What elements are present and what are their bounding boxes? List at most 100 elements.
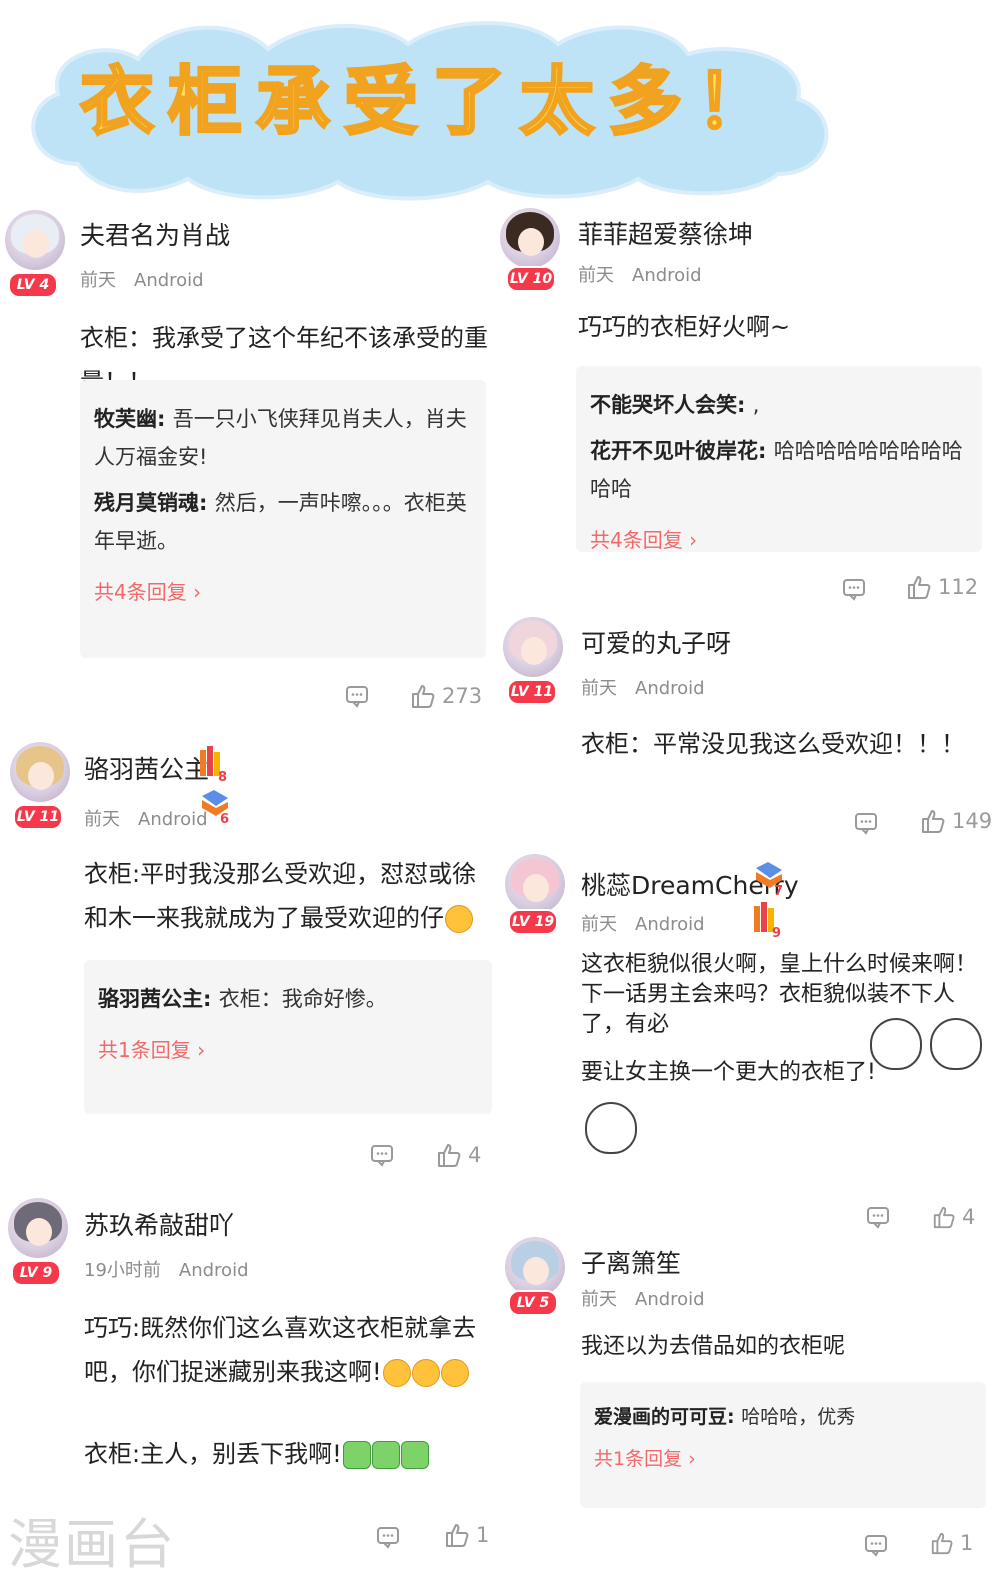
angry-emoji-icon	[445, 905, 473, 933]
username[interactable]: 子离箫笙	[581, 1244, 681, 1280]
thumbs-up-icon	[922, 810, 945, 833]
like-button[interactable]: 149	[920, 808, 992, 834]
like-button[interactable]: 4	[932, 1204, 975, 1229]
comment-meta: 前天 Android	[84, 805, 208, 831]
thumbs-up-icon	[908, 576, 931, 599]
book-open-badge-icon: 7	[752, 858, 783, 899]
more-replies-link[interactable]: 共4条回复 ›	[94, 576, 472, 605]
comment-text: 我还以为去借品如的衣柜呢	[581, 1334, 846, 1359]
reply-user[interactable]: 不能哭坏人会笑	[590, 393, 737, 417]
reply-box: 爱漫画的可可豆: 哈哈哈，优秀 共1条回复 ›	[580, 1382, 986, 1508]
thumbs-up-icon	[933, 1206, 955, 1229]
comment-device: Android	[632, 265, 702, 286]
comment-icon	[346, 686, 368, 708]
like-button[interactable]: 1	[444, 1522, 489, 1548]
comment-icon	[865, 1535, 887, 1557]
comment-icon	[371, 1145, 393, 1167]
comment-text: 这衣柜貌似很火啊，皇上什么时候来啊！下一话男主会来吗？衣柜貌似装不下人了，有必	[581, 952, 978, 1037]
reply-item: 骆羽茜公主: 衣柜：我命好惨。	[98, 987, 387, 1011]
reply-user[interactable]: 残月莫销魂	[94, 491, 199, 515]
svg-text:7: 7	[774, 884, 783, 896]
more-replies-link[interactable]: 共1条回复 ›	[98, 1034, 478, 1063]
level-badge: LV 11	[13, 804, 63, 830]
reply-text: 衣柜：我命好惨。	[218, 987, 387, 1011]
reply-item: 不能哭坏人会笑: ,	[590, 393, 760, 417]
username[interactable]: 骆羽茜公主	[84, 750, 209, 786]
comment-device: Android	[138, 809, 208, 830]
comment-icon	[377, 1527, 399, 1549]
reply-user[interactable]: 牧芙幽	[94, 407, 157, 431]
comment-text-2: 要让女主换一个更大的衣柜了!	[581, 1060, 876, 1085]
comment-time: 前天	[80, 270, 116, 291]
bun-sticker-icon	[585, 1102, 637, 1154]
avatar[interactable]	[5, 210, 65, 270]
like-button[interactable]: 1	[930, 1530, 973, 1555]
thumbs-up-icon	[931, 1532, 953, 1555]
comment-text: 巧巧的衣柜好火啊~	[578, 313, 791, 341]
like-button[interactable]: 112	[906, 574, 978, 600]
avatar[interactable]	[8, 1198, 68, 1258]
svg-text:8: 8	[218, 770, 227, 782]
reply-user[interactable]: 爱漫画的可可豆	[594, 1406, 727, 1428]
angry-emoji-icon	[440, 1359, 469, 1387]
level-badge: LV 5	[508, 1290, 558, 1316]
username[interactable]: 可爱的丸子呀	[581, 624, 731, 660]
avatar[interactable]	[503, 617, 563, 677]
avatar[interactable]	[10, 742, 70, 802]
comment-device: Android	[178, 1260, 249, 1281]
reply-user[interactable]: 骆羽茜公主	[98, 987, 203, 1011]
avatar[interactable]	[505, 854, 565, 914]
books-badge-icon: 8	[198, 744, 228, 785]
reply-button[interactable]	[842, 576, 866, 601]
watermark: 漫画台	[8, 1513, 176, 1576]
reply-button[interactable]	[866, 1204, 890, 1229]
comment-text: 衣柜:平时我没那么受欢迎，怼怼或徐和木一来我就成为了最受欢迎的仔	[84, 860, 477, 933]
like-count: 149	[952, 809, 993, 833]
angry-emoji-icon	[382, 1359, 411, 1387]
crying-emoji-icon	[400, 1441, 429, 1469]
comment-text-2: 衣柜:主人，别丢下我啊!	[84, 1432, 492, 1476]
books-badge-icon: 9	[752, 900, 782, 941]
comment-meta: 前天 Android	[581, 1285, 705, 1311]
reply-item: 爱漫画的可可豆: 哈哈哈，优秀	[594, 1406, 856, 1428]
comment-text: 衣柜：平常没见我这么受欢迎！！！	[581, 730, 965, 758]
more-replies-link[interactable]: 共4条回复 ›	[590, 524, 968, 553]
avatar[interactable]	[500, 208, 560, 268]
comment-time: 前天	[581, 1289, 617, 1310]
thumbs-up-icon	[438, 1144, 461, 1167]
comment-icon	[855, 813, 877, 835]
comment-meta: 前天 Android	[80, 266, 204, 292]
comment-meta: 前天 Android	[581, 674, 705, 700]
reply-button[interactable]	[370, 1142, 394, 1167]
reply-box: 牧芙幽: 吾一只小飞侠拜见肖夫人，肖夫人万福金安! 残月莫销魂: 然后，一声咔嚓…	[80, 380, 486, 658]
reply-text: 哈哈哈，优秀	[741, 1406, 856, 1428]
comment-icon	[867, 1207, 889, 1229]
reply-button[interactable]	[345, 683, 369, 708]
level-badge: LV 10	[506, 266, 556, 292]
username[interactable]: 菲菲超爱蔡徐坤	[578, 215, 753, 251]
like-count: 273	[442, 684, 483, 708]
reply-button[interactable]	[376, 1524, 400, 1549]
comment-time: 前天	[581, 914, 617, 935]
avatar[interactable]	[505, 1237, 565, 1297]
thumbs-up-icon	[446, 1524, 469, 1547]
comment-device: Android	[635, 1289, 705, 1310]
comment-icon	[843, 579, 865, 601]
like-button[interactable]: 4	[436, 1142, 481, 1168]
like-count: 4	[468, 1143, 482, 1167]
username[interactable]: 苏玖希敲甜吖	[84, 1206, 234, 1242]
thumbs-up-icon	[412, 685, 435, 708]
comment-text: 巧巧:既然你们这么喜欢这衣柜就拿去吧，你们捉迷藏别来我这啊!	[84, 1314, 477, 1387]
comment-time: 19小时前	[84, 1260, 161, 1281]
reply-button[interactable]	[854, 810, 878, 835]
reply-user[interactable]: 花开不见叶彼岸花	[590, 439, 758, 463]
reply-button[interactable]	[864, 1532, 888, 1557]
like-count: 4	[962, 1205, 976, 1229]
comment-meta: 19小时前 Android	[84, 1256, 249, 1282]
username[interactable]: 夫君名为肖战	[80, 216, 230, 252]
level-badge: LV 19	[508, 909, 558, 935]
comment-time: 前天	[578, 265, 614, 286]
svg-text:9: 9	[772, 926, 781, 938]
more-replies-link[interactable]: 共1条回复 ›	[594, 1444, 972, 1471]
like-button[interactable]: 273	[410, 683, 482, 709]
